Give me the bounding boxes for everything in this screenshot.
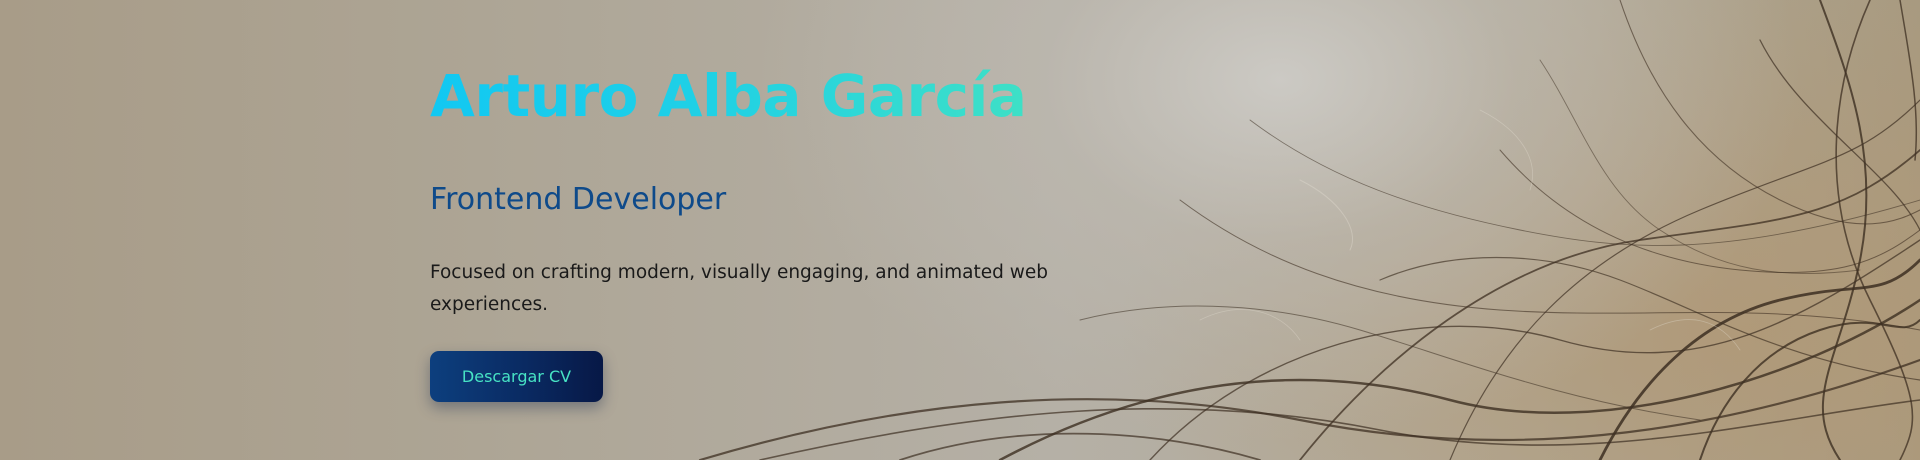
- hero-content: Arturo Alba García Frontend Developer Fo…: [430, 60, 1070, 402]
- download-cv-button[interactable]: Descargar CV: [430, 351, 603, 402]
- hero-name-heading: Arturo Alba García: [430, 62, 1027, 130]
- hero-role-subtitle: Frontend Developer: [430, 182, 727, 217]
- hero-description: Focused on crafting modern, visually eng…: [430, 262, 1048, 315]
- hero-section: Arturo Alba García Frontend Developer Fo…: [0, 0, 1920, 460]
